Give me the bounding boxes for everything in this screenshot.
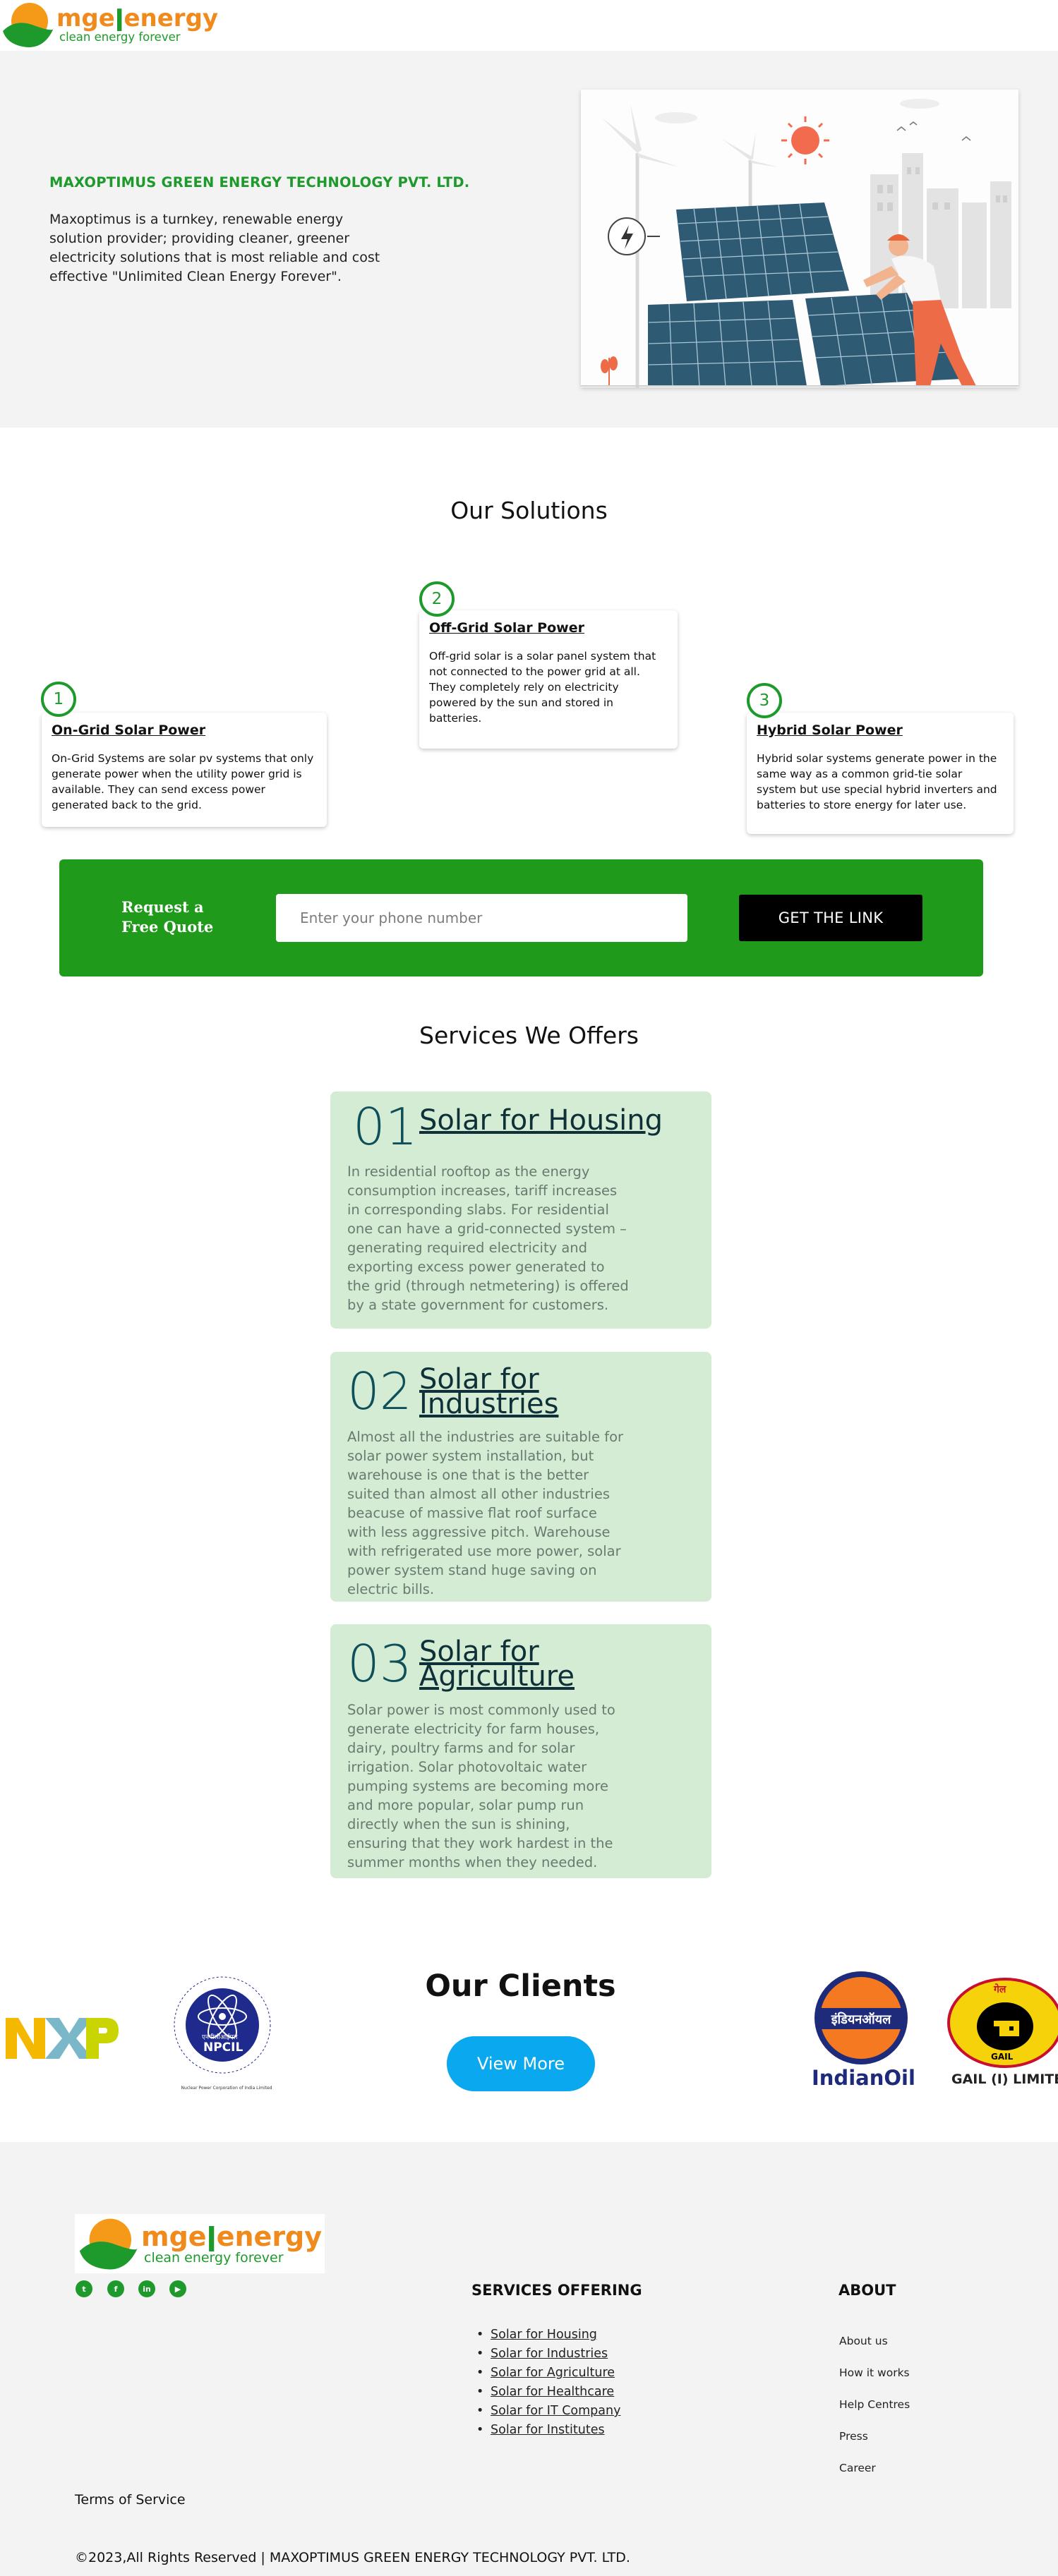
footer-service-link[interactable]: Solar for Industries [491, 2347, 608, 2361]
service-card-agriculture: 03 Solar for Agriculture Solar power is … [330, 1624, 711, 1878]
phone-number-input[interactable] [276, 894, 687, 942]
solution-number-badge: 3 [747, 683, 782, 718]
list-item: Press [839, 2421, 910, 2453]
solution-title: Off-Grid Solar Power [429, 620, 584, 636]
facebook-icon[interactable]: f [107, 2280, 124, 2297]
footer-logo[interactable]: mgeǀenergy clean energy forever [75, 2214, 325, 2273]
hero-solar-illustration [581, 90, 1018, 387]
site-footer: mgeǀenergy clean energy forever t f in ▶… [0, 2142, 1058, 2576]
solution-card-hybrid: Hybrid Solar Power Hybrid solar systems … [747, 713, 1014, 834]
footer-service-link[interactable]: Solar for Institutes [491, 2423, 605, 2437]
solution-title: Hybrid Solar Power [757, 722, 903, 738]
service-number: 01 [353, 1097, 418, 1156]
footer-service-link[interactable]: Solar for Healthcare [491, 2385, 614, 2399]
service-number: 03 [347, 1634, 412, 1693]
indianoil-text: IndianOil [812, 2066, 915, 2090]
solution-card-on-grid: On-Grid Solar Power On-Grid Systems are … [42, 713, 327, 827]
footer-about-link[interactable]: Press [839, 2430, 868, 2443]
solution-number-badge: 1 [41, 682, 76, 717]
client-logo-npcil: एनपीसीआईएल NPCIL Nuclear Power Corporati… [169, 1974, 275, 2096]
service-description: Solar power is most commonly used to gen… [347, 1702, 615, 1870]
list-item: Career [839, 2453, 910, 2484]
list-item: • Solar for Industries [476, 2347, 608, 2361]
solution-title: On-Grid Solar Power [52, 722, 206, 738]
list-item: • Solar for Healthcare [476, 2385, 615, 2399]
footer-about-link[interactable]: Help Centres [839, 2398, 910, 2411]
list-item: • Solar for IT Company [476, 2404, 621, 2418]
services-offering-list: • Solar for Housing • Solar for Industries… [476, 2326, 620, 2440]
footer-about-link[interactable]: About us [839, 2335, 888, 2347]
copyright-text: ©2023,All Rights Reserved | MAXOPTIMUS G… [75, 2550, 630, 2565]
about-heading: ABOUT [838, 2282, 896, 2299]
client-logo-nxp [6, 2016, 119, 2060]
solution-card-off-grid: Off-Grid Solar Power Off-grid solar is a… [419, 610, 678, 749]
gail-hindi-text: गेल [994, 1984, 1006, 1995]
gail-name-text: GAIL (I) LIMITED [951, 2072, 1058, 2087]
solution-text: Off-grid solar is a solar panel system t… [429, 650, 656, 725]
request-quote-band: Request a Free Quote GET THE LINK [59, 859, 983, 976]
footer-about-link[interactable]: How it works [839, 2366, 910, 2379]
client-logo-gail: गेल GAIL GAIL (I) LIMITED [946, 1977, 1058, 2097]
logo-sun-leaf-icon [79, 2218, 138, 2270]
list-item: How it works [839, 2357, 910, 2389]
service-description: Almost all the industries are suitable f… [347, 1429, 624, 1597]
site-header: mgeǀenergy clean energy forever [0, 0, 1058, 51]
hero-description: Maxoptimus is a turnkey, renewable energ… [49, 212, 380, 284]
view-more-button[interactable]: View More [447, 2036, 595, 2091]
footer-service-link[interactable]: Solar for Agriculture [491, 2366, 615, 2380]
services-heading: Services We Offers [419, 1022, 639, 1049]
service-title-link[interactable]: Solar for Housing [419, 1106, 695, 1135]
solutions-heading: Our Solutions [450, 497, 608, 524]
twitter-icon[interactable]: t [76, 2280, 92, 2297]
logo-tagline: clean energy forever [144, 2249, 284, 2266]
footer-service-link[interactable]: Solar for IT Company [491, 2404, 620, 2418]
hero-company-name: MAXOPTIMUS GREEN ENERGY TECHNOLOGY PVT. … [49, 174, 470, 191]
list-item: Help Centres [839, 2389, 910, 2421]
solution-text: On-Grid Systems are solar pv systems tha… [52, 752, 314, 811]
solution-number-badge: 2 [419, 581, 455, 617]
service-title-link[interactable]: Solar for Industries [419, 1365, 589, 1418]
youtube-icon[interactable]: ▶ [169, 2280, 186, 2297]
indianoil-hindi-text: इंडियनऑयल [831, 2012, 891, 2027]
get-the-link-button[interactable]: GET THE LINK [739, 895, 922, 941]
list-item: • Solar for Agriculture [476, 2366, 615, 2380]
solution-text: Hybrid solar systems generate power in t… [757, 752, 997, 811]
request-quote-label: Request a Free Quote [121, 898, 214, 936]
list-item: About us [839, 2326, 910, 2357]
services-offering-heading: SERVICES OFFERING [471, 2282, 642, 2299]
service-card-industries: 02 Solar for Industries Almost all the i… [330, 1352, 711, 1602]
list-item: • Solar for Housing [476, 2328, 597, 2342]
client-logo-indianoil: इंडियनऑयल IndianOil [812, 1969, 915, 2096]
footer-about-link[interactable]: Career [839, 2462, 876, 2474]
footer-service-link[interactable]: Solar for Housing [491, 2328, 597, 2342]
terms-of-service-link[interactable]: Terms of Service [75, 2492, 186, 2508]
service-card-housing: 01 Solar for Housing In residential roof… [330, 1092, 711, 1329]
npcil-text: NPCIL [203, 2040, 244, 2055]
service-title-link[interactable]: Solar for Agriculture [419, 1638, 603, 1691]
logo-sun-leaf-icon [3, 3, 54, 47]
site-logo[interactable]: mgeǀenergy clean energy forever [1, 0, 218, 49]
service-number: 02 [347, 1362, 412, 1421]
linkedin-icon[interactable]: in [138, 2280, 155, 2297]
service-description: In residential rooftop as the energy con… [347, 1163, 629, 1313]
list-item: • Solar for Institutes [476, 2423, 605, 2437]
logo-tagline: clean energy forever [59, 30, 181, 44]
npcil-caption: Nuclear Power Corporation of India Limit… [181, 2086, 272, 2091]
gail-mark-text: GAIL [991, 2052, 1014, 2062]
about-list: About us How it works Help Centres Press… [839, 2326, 910, 2484]
hero-section: MAXOPTIMUS GREEN ENERGY TECHNOLOGY PVT. … [0, 51, 1058, 428]
